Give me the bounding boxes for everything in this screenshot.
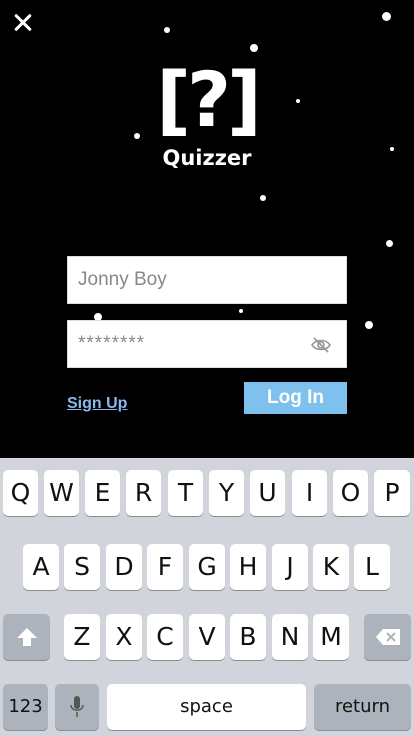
star (164, 27, 170, 33)
shift-arrow-icon (16, 628, 37, 646)
key-v[interactable]: V (189, 614, 225, 660)
key-l[interactable]: L (354, 544, 390, 590)
keyboard: Q W E R T Y U I O P A S D F G H J K L Z … (0, 458, 414, 736)
password-field[interactable] (67, 320, 347, 368)
star (260, 195, 266, 201)
eye-slash-icon[interactable] (310, 335, 332, 355)
password-input[interactable] (68, 321, 346, 367)
key-r[interactable]: R (126, 470, 161, 516)
star (365, 321, 373, 329)
username-field[interactable] (67, 256, 347, 304)
key-q[interactable]: Q (3, 470, 38, 516)
numbers-key[interactable]: 123 (3, 684, 48, 730)
key-m[interactable]: M (313, 614, 349, 660)
app-name: Quizzer (162, 146, 252, 170)
key-w[interactable]: W (44, 470, 79, 516)
login-screen: [?] Quizzer Sign Up Log In (0, 0, 414, 458)
login-button[interactable]: Log In (244, 382, 347, 414)
username-input[interactable] (68, 257, 346, 303)
key-j[interactable]: J (272, 544, 308, 590)
key-n[interactable]: N (272, 614, 308, 660)
close-icon[interactable] (8, 8, 38, 38)
app-logo: [?] (156, 55, 262, 144)
key-h[interactable]: H (230, 544, 266, 590)
key-k[interactable]: K (313, 544, 349, 590)
key-s[interactable]: S (64, 544, 100, 590)
key-y[interactable]: Y (209, 470, 244, 516)
star (382, 12, 391, 21)
key-o[interactable]: O (333, 470, 368, 516)
key-t[interactable]: T (168, 470, 203, 516)
key-e[interactable]: E (85, 470, 120, 516)
star (386, 240, 393, 247)
space-key[interactable]: space (107, 684, 306, 730)
star (134, 133, 140, 139)
key-f[interactable]: F (147, 544, 183, 590)
key-b[interactable]: B (230, 614, 266, 660)
star (296, 99, 300, 103)
signup-link[interactable]: Sign Up (67, 395, 127, 413)
dictation-key[interactable] (55, 684, 99, 730)
key-u[interactable]: U (250, 470, 285, 516)
backspace-icon (375, 629, 400, 645)
key-x[interactable]: X (106, 614, 142, 660)
microphone-icon (70, 696, 84, 717)
return-key[interactable]: return (314, 684, 411, 730)
key-a[interactable]: A (23, 544, 59, 590)
key-d[interactable]: D (106, 544, 142, 590)
key-c[interactable]: C (147, 614, 183, 660)
key-z[interactable]: Z (64, 614, 100, 660)
key-p[interactable]: P (374, 470, 410, 516)
key-i[interactable]: I (292, 470, 327, 516)
star (250, 44, 258, 52)
key-g[interactable]: G (189, 544, 225, 590)
delete-key[interactable] (364, 614, 411, 660)
star (239, 309, 243, 313)
shift-key[interactable] (3, 614, 50, 660)
